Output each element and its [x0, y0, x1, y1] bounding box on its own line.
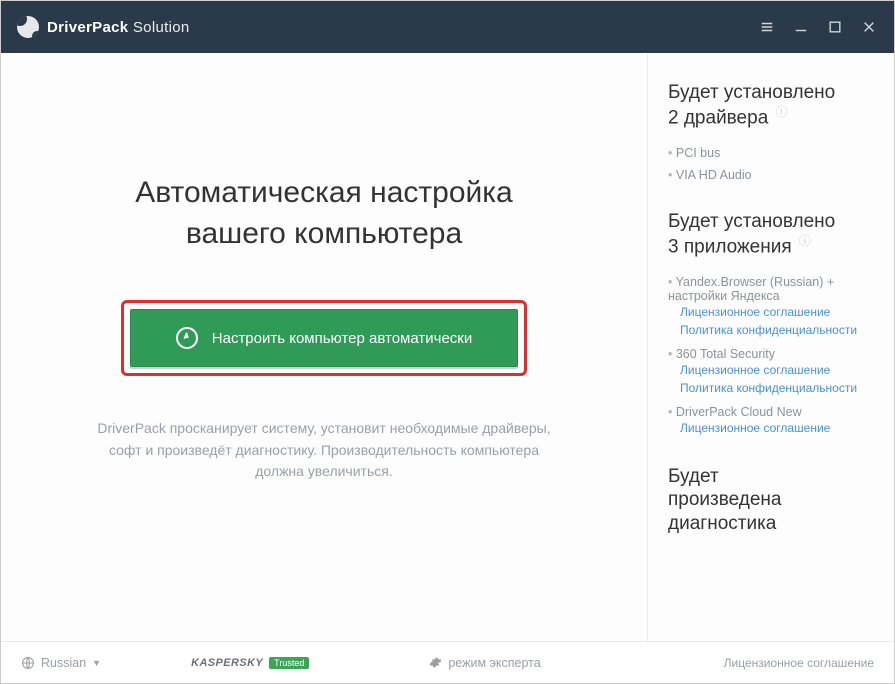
- info-icon[interactable]: ⓘ: [776, 105, 788, 119]
- info-icon[interactable]: ⓘ: [799, 234, 811, 248]
- diagnostics-title: Будет произведена диагностика: [668, 465, 874, 536]
- footer-license-link[interactable]: Лицензионное соглашение: [724, 656, 874, 670]
- minimize-button[interactable]: [784, 1, 818, 53]
- apps-list: Yandex.Browser (Russian) + настройки Янд…: [668, 271, 874, 441]
- language-selector[interactable]: Russian ▼: [21, 656, 101, 670]
- apps-title-l2: 3 приложения: [668, 236, 792, 257]
- apps-title: Будет установлено 3 приложения ⓘ: [668, 210, 874, 259]
- expert-mode-label: режим эксперта: [448, 656, 540, 670]
- diag-title-l2: произведена: [668, 489, 782, 510]
- minimize-icon: [794, 20, 808, 34]
- diagnostics-section: Будет произведена диагностика: [668, 465, 874, 536]
- maximize-button[interactable]: [818, 1, 852, 53]
- titlebar: DriverPack Solution: [1, 1, 894, 53]
- main-description: DriverPack просканирует систему, установ…: [94, 418, 554, 483]
- license-link[interactable]: Лицензионное соглашение: [668, 303, 874, 321]
- auto-setup-button[interactable]: Настроить компьютер автоматически: [130, 309, 518, 367]
- apps-section: Будет установлено 3 приложения ⓘ Yandex.…: [668, 210, 874, 441]
- main-panel: Автоматическая настройка вашего компьюте…: [1, 53, 647, 641]
- heading-line-2: вашего компьютера: [186, 217, 462, 250]
- kaspersky-badge-group: KASPERSKY Trusted: [191, 657, 309, 669]
- diag-title-l1: Будет: [668, 466, 719, 487]
- close-button[interactable]: [852, 1, 886, 53]
- app-name: Yandex.Browser (Russian) + настройки Янд…: [668, 275, 834, 303]
- privacy-link[interactable]: Политика конфиденциальности: [668, 379, 874, 397]
- app-title: DriverPack Solution: [47, 19, 189, 36]
- compass-icon: [176, 327, 198, 349]
- app-window: DriverPack Solution Автоматическая настр…: [0, 0, 895, 684]
- app-name: DriverPack Cloud New: [676, 405, 802, 419]
- privacy-link[interactable]: Политика конфиденциальности: [668, 321, 874, 339]
- driverpack-logo-icon: [17, 16, 39, 38]
- menu-icon: [760, 20, 774, 34]
- app-name: 360 Total Security: [676, 347, 775, 361]
- diag-title-l3: диагностика: [668, 513, 776, 534]
- drivers-section: Будет установлено 2 драйвера ⓘ PCI bus V…: [668, 81, 874, 186]
- cta-highlight-frame: Настроить компьютер автоматически: [121, 300, 527, 376]
- maximize-icon: [828, 20, 842, 34]
- trusted-badge: Trusted: [269, 657, 309, 669]
- app-title-thin: Solution: [133, 19, 190, 36]
- app-logo: DriverPack Solution: [17, 16, 189, 38]
- drivers-title-l1: Будет установлено: [668, 82, 835, 103]
- app-title-bold: DriverPack: [47, 19, 128, 36]
- license-link[interactable]: Лицензионное соглашение: [668, 419, 874, 437]
- list-item: 360 Total Security Лицензионное соглашен…: [668, 343, 874, 401]
- license-link[interactable]: Лицензионное соглашение: [668, 361, 874, 379]
- driver-name: VIA HD Audio: [676, 168, 752, 182]
- globe-icon: [21, 656, 35, 670]
- gear-icon: [429, 656, 442, 669]
- apps-title-l1: Будет установлено: [668, 211, 835, 232]
- list-item: Yandex.Browser (Russian) + настройки Янд…: [668, 271, 874, 343]
- drivers-list: PCI bus VIA HD Audio: [668, 142, 874, 186]
- driver-name: PCI bus: [676, 146, 720, 160]
- auto-setup-label: Настроить компьютер автоматически: [212, 330, 472, 347]
- main-heading: Автоматическая настройка вашего компьюте…: [135, 173, 512, 254]
- chevron-down-icon: ▼: [92, 658, 101, 668]
- expert-mode-button[interactable]: режим эксперта: [429, 656, 540, 670]
- drivers-title: Будет установлено 2 драйвера ⓘ: [668, 81, 874, 130]
- list-item: VIA HD Audio: [668, 164, 874, 186]
- language-label: Russian: [41, 656, 86, 670]
- footer: Russian ▼ KASPERSKY Trusted режим экспер…: [1, 641, 894, 683]
- close-icon: [862, 20, 876, 34]
- kaspersky-label: KASPERSKY: [191, 657, 263, 669]
- heading-line-1: Автоматическая настройка: [135, 176, 512, 209]
- content-area: Автоматическая настройка вашего компьюте…: [1, 53, 894, 641]
- list-item: PCI bus: [668, 142, 874, 164]
- sidebar: Будет установлено 2 драйвера ⓘ PCI bus V…: [647, 53, 894, 641]
- menu-button[interactable]: [750, 1, 784, 53]
- drivers-title-l2: 2 драйвера: [668, 107, 768, 128]
- list-item: DriverPack Cloud New Лицензионное соглаш…: [668, 401, 874, 441]
